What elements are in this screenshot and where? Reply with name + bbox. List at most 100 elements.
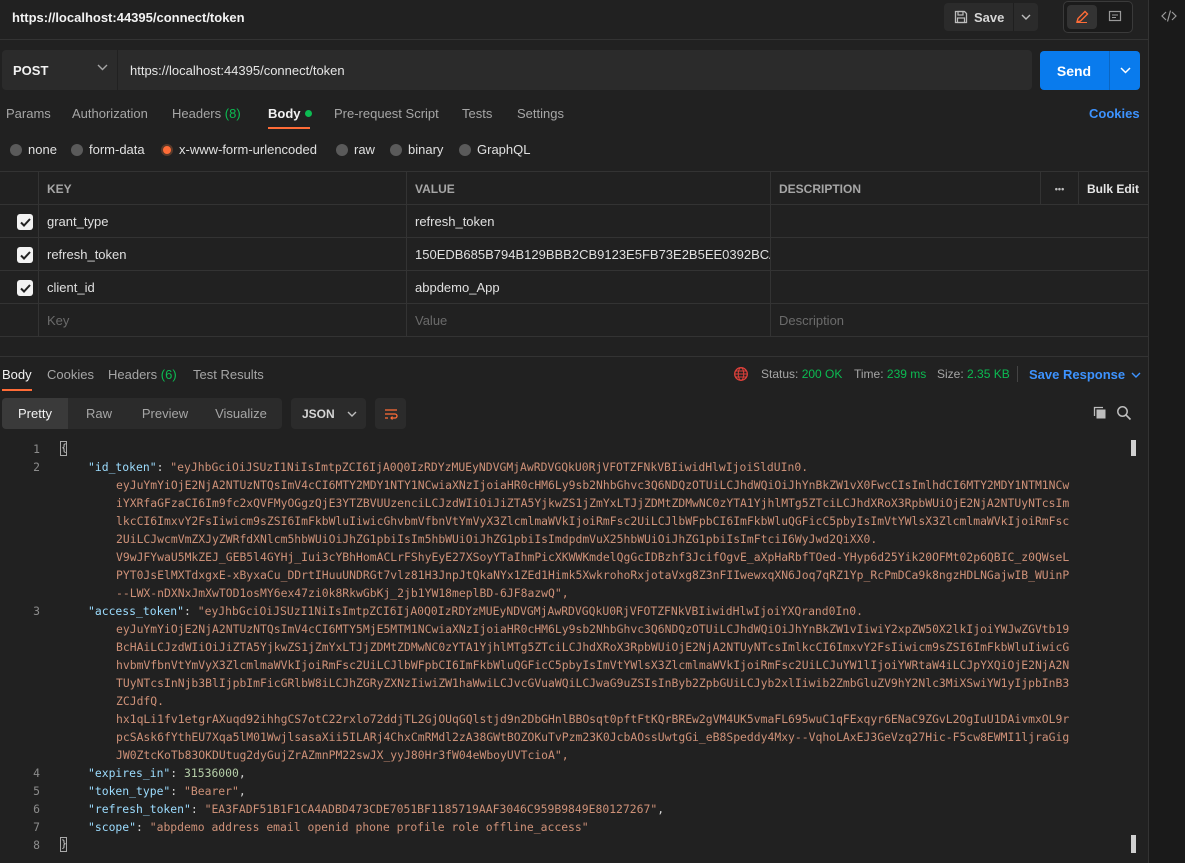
response-json-viewer[interactable]: 1 2 3 4 5 6 7 8 { "id_token": "eyJhbGciO… [0, 440, 1130, 863]
json-line-id-token: "id_token": "eyJhbGciOiJSUzI1NiIsImtpZCI… [88, 460, 809, 474]
response-status: Status: 200 OK [761, 367, 843, 381]
column-header-value: VALUE [406, 172, 770, 205]
response-tab-cookies[interactable]: Cookies [47, 367, 94, 382]
tab-authorization[interactable]: Authorization [72, 106, 148, 121]
radio-icon [10, 143, 22, 156]
cookies-link[interactable]: Cookies [1089, 106, 1140, 121]
json-key: "access_token" [88, 604, 185, 618]
body-type-urlencoded[interactable]: x-www-form-urlencoded [161, 142, 317, 157]
tab-tests[interactable]: Tests [462, 106, 492, 121]
code-scrollbar-bottom[interactable] [1131, 835, 1136, 853]
request-title[interactable]: https://localhost:44395/connect/token [12, 10, 245, 25]
row-checkbox[interactable] [17, 247, 33, 263]
new-description-input[interactable]: Description [770, 304, 1148, 337]
save-button[interactable]: Save [944, 3, 1012, 31]
column-header-key: KEY [38, 172, 406, 205]
wrap-lines-icon [383, 407, 399, 421]
tab-pre-request-script[interactable]: Pre-request Script [334, 106, 439, 121]
status-value: 200 OK [801, 367, 843, 381]
tab-params[interactable]: Params [6, 106, 51, 121]
format-pretty[interactable]: Pretty [2, 398, 68, 429]
json-string-continuation: eyJuYmYiOjE2NjA2NTUzNTQsImV4cCI6MTY5MjE5… [116, 622, 1070, 636]
send-options-dropdown[interactable] [1109, 51, 1140, 90]
response-active-tab-indicator [2, 389, 32, 391]
table-row: client_id abpdemo_App [0, 271, 1148, 304]
new-key-input[interactable]: Key [38, 304, 406, 337]
response-tab-body[interactable]: Body [2, 367, 32, 382]
copy-icon[interactable] [1092, 405, 1108, 421]
tab-headers[interactable]: Headers (8) [172, 106, 241, 121]
format-raw[interactable]: Raw [68, 398, 130, 429]
response-size: Size: 2.35 KB [937, 367, 1010, 381]
search-icon[interactable] [1116, 405, 1132, 421]
radio-selected-icon [161, 143, 173, 156]
tab-headers-label: Headers [172, 106, 222, 121]
param-description[interactable] [770, 205, 1148, 238]
json-string-continuation: lkcCI6ImxvY2FsIiwicm9sZSI6ImFkbWluIiwicG… [116, 514, 1070, 528]
json-string-continuation: hx1qLi1fv1etgrAXuqd92ihhgCS7otC22rxlo72d… [116, 712, 1070, 726]
response-language-select[interactable]: JSON [291, 398, 366, 429]
body-type-binary[interactable]: binary [390, 142, 443, 157]
code-snippet-icon[interactable] [1161, 9, 1177, 23]
send-button-group: Send [1040, 51, 1140, 90]
json-string-continuation: iYXRfaGFzaCI6Im9fc2xQVFMyOGgzQjE3YTZBVUU… [116, 496, 1070, 510]
body-type-form-data[interactable]: form-data [71, 142, 145, 157]
wrap-lines-button[interactable] [375, 398, 406, 429]
table-row: grant_type refresh_token [0, 205, 1148, 238]
save-response-button[interactable]: Save Response [1029, 367, 1141, 382]
json-string-continuation: ZCJdfQ. [116, 694, 165, 708]
param-key[interactable]: refresh_token [38, 238, 406, 271]
http-method-select[interactable]: POST [2, 50, 117, 90]
meta-divider [1017, 366, 1018, 382]
radio-icon [71, 143, 83, 156]
param-key[interactable]: client_id [38, 271, 406, 304]
row-checkbox[interactable] [17, 280, 33, 296]
json-key: "id_token" [88, 460, 157, 474]
more-options-button[interactable]: ••• [1040, 172, 1078, 205]
chevron-down-icon [347, 411, 357, 417]
chevron-down-icon [1119, 67, 1131, 74]
code-scrollbar-top[interactable] [1131, 440, 1136, 456]
url-input[interactable]: https://localhost:44395/connect/token [118, 50, 1032, 90]
column-header-description: DESCRIPTION [770, 172, 1040, 205]
json-string-continuation: PYT0JsElMXTdxgxE-xByxaCu_DDrtIHuuUNDRGt7… [116, 568, 1070, 582]
body-params-table: KEY VALUE DESCRIPTION ••• Bulk Edit gran… [0, 171, 1148, 337]
network-globe-icon[interactable] [733, 366, 749, 382]
param-value[interactable]: refresh_token [406, 205, 770, 238]
chevron-down-icon [1131, 372, 1141, 378]
json-line-token-type: "token_type": "Bearer", [88, 784, 246, 798]
body-type-raw[interactable]: raw [336, 142, 375, 157]
response-tab-test-results[interactable]: Test Results [193, 367, 264, 382]
tab-body[interactable]: Body [268, 106, 312, 121]
format-preview[interactable]: Preview [130, 398, 200, 429]
format-visualize[interactable]: Visualize [200, 398, 282, 429]
json-string-continuation: pcSAsk6fYthEU7Xqa5lM01WwjlsasaXii5ILARj4… [116, 730, 1070, 744]
param-value[interactable]: abpdemo_App [406, 271, 770, 304]
json-string-continuation: V9wJFYwaU5MkZEJ_GEB5l4GYHj_Iui3cYBhHomAC… [116, 550, 1070, 564]
table-row: refresh_token 150EDB685B794B129BBB2CB912… [0, 238, 1148, 271]
param-value[interactable]: 150EDB685B794B129BBB2CB9123E5FB73E2B5EE0… [406, 238, 770, 271]
save-options-dropdown[interactable] [1013, 3, 1038, 31]
body-active-dot [304, 110, 312, 118]
response-format-tabs: Pretty Raw Preview Visualize [2, 398, 282, 429]
param-description[interactable] [770, 271, 1148, 304]
new-value-input[interactable]: Value [406, 304, 770, 337]
line-number: 7 [33, 820, 40, 834]
line-number: 2 [33, 460, 40, 474]
param-key[interactable]: grant_type [38, 205, 406, 238]
send-button[interactable]: Send [1040, 51, 1108, 90]
json-string-continuation: eyJuYmYiOjE2NjA2NTUzNTQsImV4cCI6MTY2MDY1… [116, 478, 1070, 492]
size-value: 2.35 KB [967, 367, 1010, 381]
bulk-edit-button[interactable]: Bulk Edit [1078, 172, 1148, 205]
row-checkbox[interactable] [17, 214, 33, 230]
comments-mode-button[interactable] [1100, 5, 1130, 29]
body-type-none[interactable]: none [10, 142, 57, 157]
body-type-graphql[interactable]: GraphQL [459, 142, 530, 157]
edit-mode-button[interactable] [1067, 5, 1097, 29]
json-string-continuation: --LWX-nDXNxJmXwTOD1osMY6ex47zi0k8RkwGbKj… [116, 586, 569, 600]
param-description[interactable] [770, 238, 1148, 271]
json-string: "eyJhbGciOiJSUzI1NiIsImtpZCI6IjA0Q0IzRDY… [197, 604, 863, 618]
response-tab-headers[interactable]: Headers (6) [108, 367, 177, 382]
tab-settings[interactable]: Settings [517, 106, 564, 121]
response-divider[interactable] [0, 356, 1148, 357]
